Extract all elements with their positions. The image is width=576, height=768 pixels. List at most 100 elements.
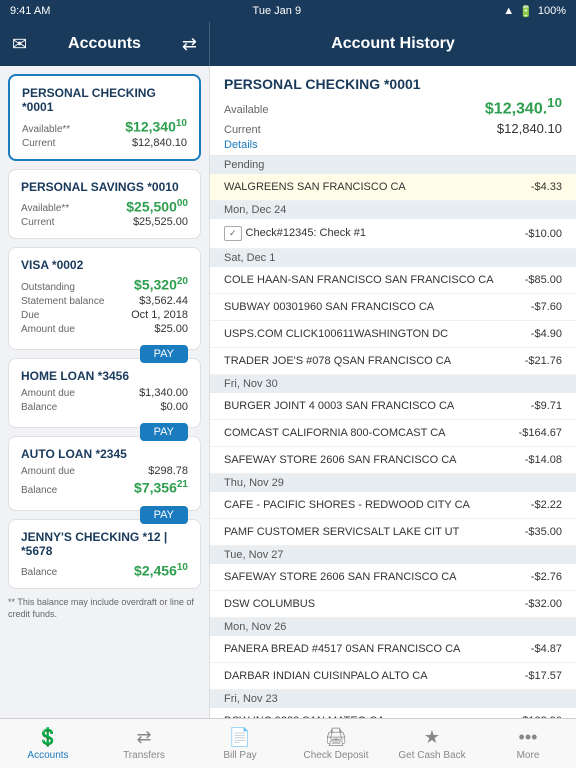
transaction-row[interactable]: BURGER JOINT 4 0003 SAN FRANCISCO CA -$9…: [210, 393, 576, 420]
header-right: Account History: [210, 22, 576, 66]
account-card-personal-savings[interactable]: PERSONAL SAVINGS *0010 Available** $25,5…: [8, 169, 201, 240]
tab-icon-get-cash-back: ★: [424, 727, 440, 748]
transfer-header-icon[interactable]: ⇄: [182, 34, 197, 55]
account-name: JENNY'S CHECKING *12 | *5678: [21, 530, 188, 558]
pay-button-auto-loan[interactable]: PAY: [140, 506, 188, 524]
history-header: PERSONAL CHECKING *0001 Available $12,34…: [210, 66, 576, 156]
tab-label-more: More: [517, 750, 540, 761]
transaction-amount: -$164.67: [519, 427, 562, 439]
transaction-amount: -$21.76: [525, 355, 562, 367]
transaction-name: SUBWAY 00301960 SAN FRANCISCO CA: [224, 301, 531, 313]
account-balance-row: Balance $7,35621: [21, 479, 188, 496]
account-current-label: Current: [21, 217, 54, 228]
status-time: 9:41 AM: [10, 5, 50, 17]
transaction-amount: -$2.76: [531, 571, 562, 583]
account-name: HOME LOAN *3456: [21, 369, 188, 383]
transaction-name: DARBAR INDIAN CUISINPALO ALTO CA: [224, 670, 525, 682]
account-available-label: Available**: [21, 203, 69, 214]
tab-item-bill-pay[interactable]: 📄 Bill Pay: [192, 719, 288, 768]
history-panel: PERSONAL CHECKING *0001 Available $12,34…: [210, 66, 576, 718]
transaction-name: DSW COLUMBUS: [224, 598, 525, 610]
account-card-visa[interactable]: VISA *0002 Outstanding $5,32020 Statemen…: [8, 247, 201, 350]
date-group-header: Sat, Dec 1: [210, 249, 576, 267]
transaction-row[interactable]: SAFEWAY STORE 2606 SAN FRANCISCO CA -$14…: [210, 447, 576, 474]
transaction-name: PANERA BREAD #4517 0SAN FRANCISCO CA: [224, 643, 531, 655]
transaction-row[interactable]: TRADER JOE'S #078 QSAN FRANCISCO CA -$21…: [210, 348, 576, 375]
transaction-row[interactable]: DSW INC 9383 SAN MATEO CA -$128.90: [210, 708, 576, 718]
tab-item-transfers[interactable]: ⇄ Transfers: [96, 719, 192, 768]
tab-label-check-deposit: Check Deposit: [303, 750, 368, 761]
account-amount-due-row: Amount due $25.00: [21, 323, 188, 335]
tab-icon-bill-pay: 📄: [229, 727, 251, 748]
transaction-row[interactable]: SAFEWAY STORE 2606 SAN FRANCISCO CA -$2.…: [210, 564, 576, 591]
transaction-row[interactable]: DSW COLUMBUS -$32.00: [210, 591, 576, 618]
account-statement-label: Statement balance: [21, 296, 104, 307]
account-current-row: Current $12,840.10: [22, 137, 187, 149]
account-available-value: $12,34010: [125, 118, 187, 135]
account-amount-due-value: $1,340.00: [139, 387, 188, 399]
account-balance-value: $0.00: [160, 401, 188, 413]
transaction-amount: -$32.00: [525, 598, 562, 610]
tab-item-check-deposit[interactable]: 🖨 Check Deposit: [288, 719, 384, 768]
account-due-row: Due Oct 1, 2018: [21, 309, 188, 321]
message-icon[interactable]: ✉: [12, 34, 27, 55]
date-group-header: Mon, Nov 26: [210, 618, 576, 636]
transaction-row[interactable]: ✓Check#12345: Check #1 -$10.00: [210, 219, 576, 249]
wifi-icon: ▲: [503, 5, 514, 17]
transaction-name: CAFE - PACIFIC SHORES - REDWOOD CITY CA: [224, 499, 531, 511]
transaction-row[interactable]: CAFE - PACIFIC SHORES - REDWOOD CITY CA …: [210, 492, 576, 519]
transaction-row[interactable]: COMCAST CALIFORNIA 800-COMCAST CA -$164.…: [210, 420, 576, 447]
account-outstanding-value: $5,32020: [134, 276, 188, 293]
date-group-header: Fri, Nov 23: [210, 690, 576, 708]
check-icon: ✓: [224, 226, 242, 241]
account-card-personal-checking[interactable]: PERSONAL CHECKING *0001 Available** $12,…: [8, 74, 201, 161]
transaction-amount: -$4.87: [531, 643, 562, 655]
details-link[interactable]: Details: [224, 139, 562, 151]
battery-percent: 100%: [538, 5, 566, 17]
tab-item-accounts[interactable]: 💲 Accounts: [0, 719, 96, 768]
account-current-value: $25,525.00: [133, 216, 188, 228]
account-available-row: Available** $25,50000: [21, 198, 188, 215]
pay-button-home-loan[interactable]: PAY: [140, 423, 188, 441]
transaction-row[interactable]: PANERA BREAD #4517 0SAN FRANCISCO CA -$4…: [210, 636, 576, 663]
tab-item-get-cash-back[interactable]: ★ Get Cash Back: [384, 719, 480, 768]
tab-label-get-cash-back: Get Cash Back: [398, 750, 465, 761]
account-name: AUTO LOAN *2345: [21, 447, 188, 461]
history-current-label: Current: [224, 124, 261, 136]
account-current-label: Current: [22, 138, 55, 149]
transaction-amount: -$17.57: [525, 670, 562, 682]
transaction-amount: -$9.71: [531, 400, 562, 412]
transaction-row[interactable]: WALGREENS SAN FRANCISCO CA -$4.33: [210, 174, 576, 201]
account-card-home-loan[interactable]: HOME LOAN *3456 Amount due $1,340.00 Bal…: [8, 358, 201, 428]
account-card-jenny-checking[interactable]: JENNY'S CHECKING *12 | *5678 Balance $2,…: [8, 519, 201, 590]
account-due-value: Oct 1, 2018: [131, 309, 188, 321]
header-accounts-title: Accounts: [68, 35, 141, 53]
date-group-header: Mon, Dec 24: [210, 201, 576, 219]
transaction-row[interactable]: DARBAR INDIAN CUISINPALO ALTO CA -$17.57: [210, 663, 576, 690]
transaction-row[interactable]: USPS.COM CLICK100611WASHINGTON DC -$4.90: [210, 321, 576, 348]
accounts-footnote: ** This balance may include overdraft or…: [8, 597, 201, 620]
date-group-header: Tue, Nov 27: [210, 546, 576, 564]
transaction-name: BURGER JOINT 4 0003 SAN FRANCISCO CA: [224, 400, 531, 412]
account-available-label: Available**: [22, 124, 70, 135]
transaction-amount: -$4.90: [531, 328, 562, 340]
tab-label-bill-pay: Bill Pay: [223, 750, 256, 761]
account-card-auto-loan[interactable]: AUTO LOAN *2345 Amount due $298.78 Balan…: [8, 436, 201, 511]
history-current-value: $12,840.10: [497, 121, 562, 136]
transaction-row[interactable]: SUBWAY 00301960 SAN FRANCISCO CA -$7.60: [210, 294, 576, 321]
status-day: Tue Jan 9: [253, 5, 302, 17]
tab-item-more[interactable]: ••• More: [480, 719, 576, 768]
account-amount-due-row: Amount due $1,340.00: [21, 387, 188, 399]
history-current-row: Current $12,840.10: [224, 121, 562, 136]
transaction-name: TRADER JOE'S #078 QSAN FRANCISCO CA: [224, 355, 525, 367]
main-content: PERSONAL CHECKING *0001 Available** $12,…: [0, 66, 576, 718]
pay-button-visa[interactable]: PAY: [140, 345, 188, 363]
app-header: ✉ Accounts ⇄ Account History: [0, 22, 576, 66]
account-amount-due-label: Amount due: [21, 388, 75, 399]
transaction-row[interactable]: PAMF CUSTOMER SERVICSALT LAKE CIT UT -$3…: [210, 519, 576, 546]
transaction-row[interactable]: COLE HAAN-SAN FRANCISCO SAN FRANCISCO CA…: [210, 267, 576, 294]
date-group-header: Fri, Nov 30: [210, 375, 576, 393]
account-balance-value: $7,35621: [134, 479, 188, 496]
transactions-list: Pending WALGREENS SAN FRANCISCO CA -$4.3…: [210, 156, 576, 718]
history-available-dollars: $12,340.: [485, 100, 547, 117]
